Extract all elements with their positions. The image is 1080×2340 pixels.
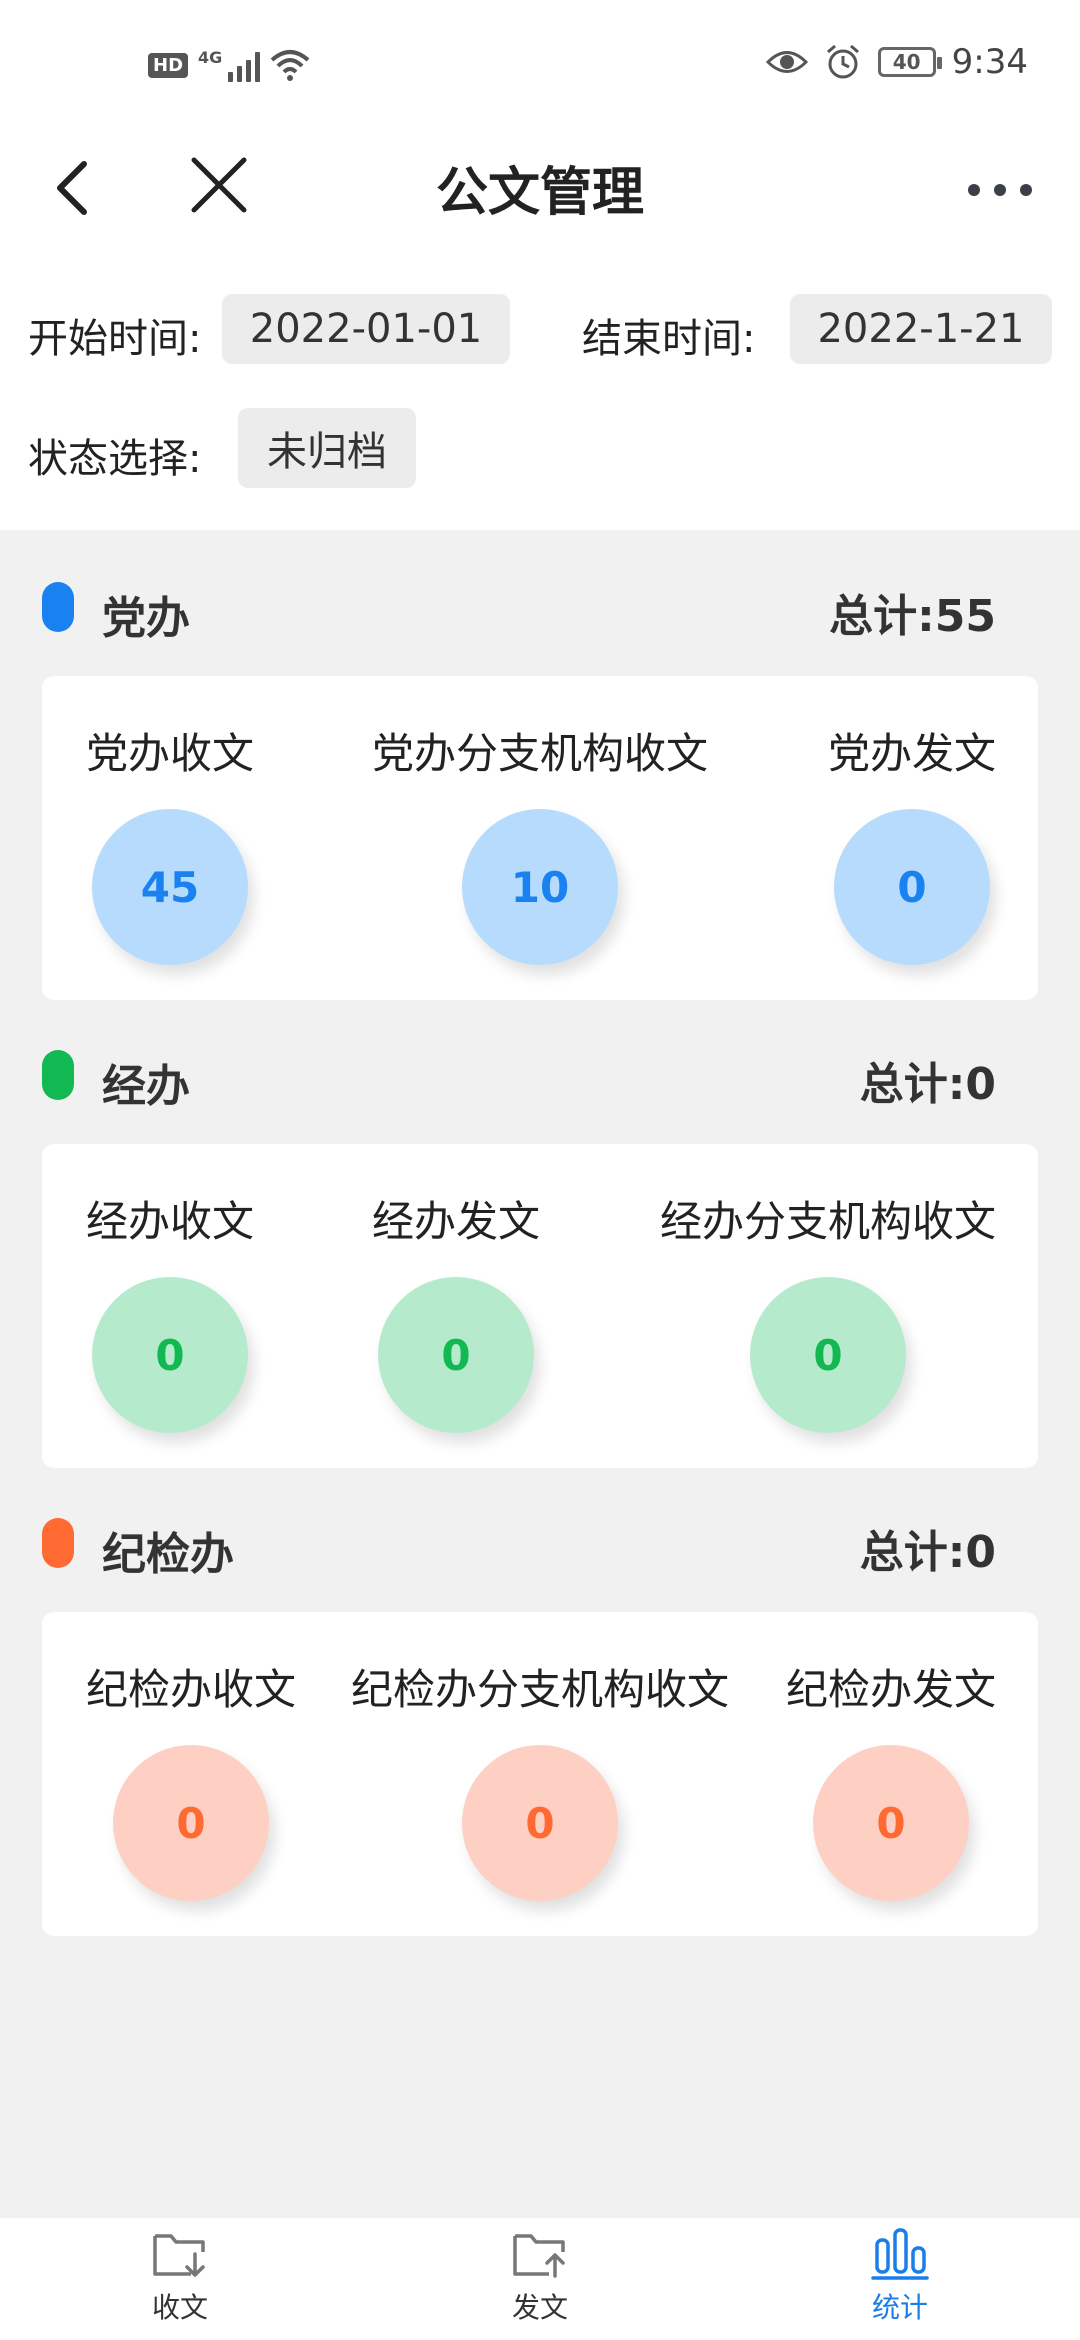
stat-item[interactable]: 纪检办分支机构收文 0 bbox=[350, 1656, 730, 1901]
bottom-nav: 收文 发文 统计 bbox=[0, 2218, 1080, 2340]
stat-item[interactable]: 党办发文 0 bbox=[828, 720, 996, 965]
section-title: 纪检办 bbox=[102, 1529, 234, 1580]
start-time-label: 开始时间: bbox=[28, 316, 202, 362]
stat-item[interactable]: 党办收文 45 bbox=[86, 720, 254, 965]
stat-circle: 10 bbox=[462, 809, 618, 965]
section-total: 总计:0 bbox=[859, 1527, 996, 1578]
stat-circle: 0 bbox=[378, 1277, 534, 1433]
stat-circle: 0 bbox=[462, 1745, 618, 1901]
tab-label: 收文 bbox=[151, 2291, 208, 2324]
screen: HD 4G 40 9:34 公文管理 开始时间: 2022-01-01 结束时间… bbox=[0, 0, 1080, 2340]
stat-circle: 0 bbox=[834, 809, 990, 965]
stat-label: 经办分支机构收文 bbox=[660, 1197, 997, 1246]
stat-label: 纪检办分支机构收文 bbox=[350, 1665, 729, 1714]
stat-label: 纪检办发文 bbox=[786, 1665, 997, 1714]
tab-send[interactable]: 发文 bbox=[440, 2226, 640, 2326]
wifi-icon bbox=[270, 50, 310, 81]
page-title: 公文管理 bbox=[435, 163, 644, 223]
bar-chart-icon bbox=[871, 2228, 929, 2280]
alarm-icon bbox=[826, 44, 859, 79]
start-date-picker[interactable]: 2022-01-01 bbox=[222, 294, 510, 364]
stat-label: 党办发文 bbox=[828, 729, 997, 778]
stat-item[interactable]: 经办分支机构收文 0 bbox=[660, 1188, 996, 1433]
status-time: 9:34 bbox=[951, 42, 1028, 82]
stat-circle: 0 bbox=[92, 1277, 248, 1433]
battery-icon: 40 bbox=[877, 47, 942, 77]
tab-label: 统计 bbox=[871, 2291, 928, 2324]
stat-item[interactable]: 纪检办收文 0 bbox=[86, 1656, 296, 1901]
stats-card-discipline-office: 纪检办收文 0 纪检办分支机构收文 0 纪检办发文 0 bbox=[42, 1612, 1038, 1936]
stat-item[interactable]: 经办发文 0 bbox=[372, 1188, 540, 1433]
stat-circle: 0 bbox=[813, 1745, 969, 1901]
section-header-discipline-office: 纪检办 总计:0 bbox=[0, 1496, 1080, 1586]
section-header-business-office: 经办 总计:0 bbox=[0, 1028, 1080, 1118]
tab-label: 发文 bbox=[511, 2291, 568, 2324]
folder-receive-icon bbox=[153, 2234, 205, 2277]
stat-circle: 0 bbox=[750, 1277, 906, 1433]
section-title: 党办 bbox=[102, 593, 190, 644]
section-marker bbox=[42, 1518, 74, 1568]
stat-circle: 45 bbox=[92, 809, 248, 965]
stats-card-business-office: 经办收文 0 经办发文 0 经办分支机构收文 0 bbox=[42, 1144, 1038, 1468]
section-total: 总计:0 bbox=[859, 1059, 996, 1110]
network-type: 4G bbox=[198, 48, 223, 67]
folder-send-icon bbox=[513, 2234, 565, 2278]
stat-item[interactable]: 党办分支机构收文 10 bbox=[372, 720, 708, 965]
section-title: 经办 bbox=[102, 1061, 190, 1112]
tab-statistics[interactable]: 统计 bbox=[800, 2226, 1000, 2326]
status-select[interactable]: 未归档 bbox=[238, 408, 416, 488]
eye-icon bbox=[765, 51, 808, 73]
section-header-party-office: 党办 总计:55 bbox=[0, 560, 1080, 650]
stat-circle: 0 bbox=[113, 1745, 269, 1901]
more-icon[interactable] bbox=[960, 170, 1040, 210]
stat-label: 经办收文 bbox=[86, 1197, 255, 1246]
status-bar: HD 4G 40 9:34 bbox=[0, 0, 1080, 130]
end-date-picker[interactable]: 2022-1-21 bbox=[790, 294, 1052, 364]
stat-label: 纪检办收文 bbox=[86, 1665, 297, 1714]
stat-item[interactable]: 纪检办发文 0 bbox=[786, 1656, 996, 1901]
section-marker bbox=[42, 582, 74, 632]
hd-badge: HD bbox=[148, 52, 189, 78]
signal-icon: 4G bbox=[198, 48, 261, 82]
stat-label: 经办发文 bbox=[372, 1197, 541, 1246]
section-total: 总计:55 bbox=[829, 591, 996, 642]
filter-area: 开始时间: 2022-01-01 结束时间: 2022-1-21 状态选择: 未… bbox=[0, 250, 1080, 530]
status-left: HD 4G bbox=[148, 48, 310, 82]
stat-label: 党办分支机构收文 bbox=[372, 729, 709, 778]
section-marker bbox=[42, 1050, 74, 1100]
end-time-label: 结束时间: bbox=[582, 316, 756, 362]
stat-label: 党办收文 bbox=[86, 729, 255, 778]
tab-receive[interactable]: 收文 bbox=[80, 2226, 280, 2326]
stats-card-party-office: 党办收文 45 党办分支机构收文 10 党办发文 0 bbox=[42, 676, 1038, 1000]
status-right: 40 9:34 bbox=[765, 42, 1028, 82]
nav-bar: 公文管理 bbox=[0, 130, 1080, 250]
status-select-label: 状态选择: bbox=[28, 436, 202, 482]
stat-item[interactable]: 经办收文 0 bbox=[86, 1188, 254, 1433]
